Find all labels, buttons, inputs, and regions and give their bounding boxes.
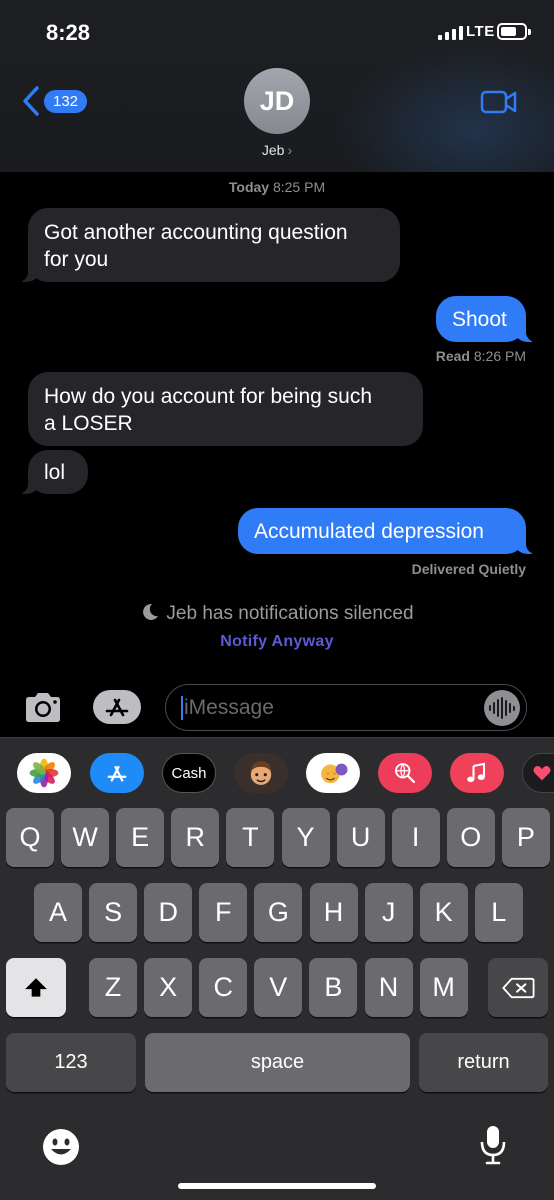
key-t[interactable]: T [226, 808, 275, 867]
back-button[interactable]: 132 [22, 86, 88, 116]
outgoing-message-bubble[interactable]: Accumulated depression [238, 508, 538, 554]
photos-flower-icon [29, 758, 59, 788]
key-y[interactable]: Y [281, 808, 330, 867]
message-input[interactable]: iMessage [165, 684, 527, 731]
timestamp-time: 8:25 PM [272, 179, 326, 195]
key-v[interactable]: V [254, 958, 303, 1017]
read-time: 8:26 PM [473, 348, 526, 364]
message-input-placeholder: iMessage [184, 696, 274, 719]
delete-key[interactable] [488, 958, 548, 1017]
outgoing-message-bubble[interactable]: Shoot [436, 296, 538, 342]
contact-avatar[interactable]: JD [244, 68, 310, 134]
key-k[interactable]: K [419, 883, 468, 942]
imessage-apps-row: Cash [0, 737, 554, 807]
key-d[interactable]: D [144, 883, 193, 942]
message-text-line: for you [44, 248, 109, 271]
shift-icon [25, 977, 47, 997]
emoji-icon[interactable] [42, 1128, 80, 1166]
delivery-status: Delivered Quietly [411, 561, 526, 577]
key-h[interactable]: H [309, 883, 358, 942]
message-text: Accumulated depression [254, 520, 484, 543]
key-x[interactable]: X [144, 958, 193, 1017]
music-icon[interactable] [450, 753, 504, 793]
memoji-stickers-icon[interactable] [306, 753, 360, 793]
microphone-icon[interactable] [478, 1124, 508, 1166]
key-w[interactable]: W [61, 808, 110, 867]
contact-name-button[interactable]: Jeb › [0, 142, 554, 158]
key-b[interactable]: B [309, 958, 358, 1017]
camera-icon[interactable] [22, 690, 64, 724]
text-cursor [181, 696, 183, 720]
backspace-icon [502, 977, 535, 998]
key-e[interactable]: E [116, 808, 165, 867]
incoming-message-bubble[interactable]: How do you account for being such a LOSE… [28, 372, 423, 446]
battery-icon [497, 23, 531, 40]
return-key[interactable]: return [419, 1033, 548, 1092]
web-search-icon[interactable] [378, 753, 432, 793]
key-o[interactable]: O [446, 808, 495, 867]
app-store-icon [105, 698, 129, 717]
app-store-button[interactable] [93, 690, 141, 724]
key-q[interactable]: Q [6, 808, 54, 867]
status-time: 8:28 [46, 20, 91, 45]
music-note-icon [467, 762, 486, 783]
contact-name: Jeb [261, 142, 285, 158]
shift-key[interactable] [6, 958, 66, 1017]
message-text-line: a LOSER [44, 412, 133, 435]
key-i[interactable]: I [391, 808, 440, 867]
key-j[interactable]: J [364, 883, 413, 942]
heart-hand-icon [533, 766, 551, 781]
key-s[interactable]: S [89, 883, 138, 942]
key-m[interactable]: M [419, 958, 468, 1017]
numbers-key[interactable]: 123 [6, 1033, 136, 1092]
app-store-icon[interactable] [90, 753, 144, 793]
read-receipt: Read 8:26 PM [436, 348, 526, 364]
notifications-silenced-notice: Jeb has notifications silenced [0, 602, 554, 625]
timestamp-day: Today [228, 179, 270, 195]
key-u[interactable]: U [336, 808, 385, 867]
key-z[interactable]: Z [89, 958, 137, 1017]
memoji-sticker-face-icon [321, 763, 348, 784]
app-store-glyph-icon [107, 765, 127, 782]
chevron-right-icon: › [287, 142, 293, 158]
message-text: Shoot [452, 308, 507, 331]
network-type: LTE [466, 23, 495, 40]
key-a[interactable]: A [34, 883, 82, 942]
signal-strength-icon [438, 26, 463, 40]
incoming-message-bubble[interactable]: Got another accounting question for you [16, 208, 400, 282]
globe-search-icon [395, 763, 416, 784]
key-g[interactable]: G [254, 883, 303, 942]
key-r[interactable]: R [171, 808, 220, 867]
key-l[interactable]: L [474, 883, 523, 942]
home-indicator[interactable] [178, 1183, 376, 1189]
key-p[interactable]: P [501, 808, 550, 867]
incoming-message-bubble[interactable]: lol [16, 450, 88, 494]
chevron-left-icon [23, 86, 39, 116]
key-c[interactable]: C [199, 958, 248, 1017]
space-key[interactable]: space [145, 1033, 410, 1092]
photos-app-icon[interactable] [17, 753, 71, 793]
message-text-line: How do you account for being such [44, 385, 373, 408]
message-text-line: Got another accounting question [44, 221, 348, 244]
apple-cash-label: Cash [171, 764, 207, 782]
digital-touch-icon[interactable] [522, 753, 554, 793]
read-label: Read [435, 348, 470, 364]
key-n[interactable]: N [364, 958, 413, 1017]
memoji-face-icon [250, 761, 272, 785]
waveform-icon[interactable] [484, 690, 520, 726]
key-f[interactable]: F [199, 883, 248, 942]
apple-cash-icon[interactable]: Cash [162, 753, 216, 793]
moon-icon [143, 603, 159, 620]
notify-anyway-button[interactable]: Notify Anyway [0, 633, 554, 651]
silenced-text: Jeb has notifications silenced [166, 603, 414, 624]
memoji-icon[interactable] [234, 753, 288, 793]
unread-count-badge: 132 [44, 89, 88, 113]
video-camera-icon[interactable] [480, 89, 518, 115]
message-text: lol [44, 461, 66, 484]
conversation-timestamp: Today 8:25 PM [0, 179, 554, 195]
